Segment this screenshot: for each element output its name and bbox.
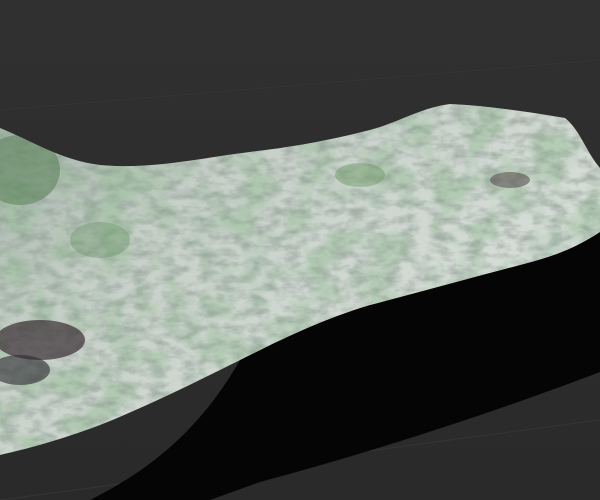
vegetation-patch: [335, 163, 385, 187]
dark-rock-patch: [490, 172, 530, 188]
terrain-viewport[interactable]: [0, 0, 600, 500]
vegetation-patch: [70, 222, 130, 258]
